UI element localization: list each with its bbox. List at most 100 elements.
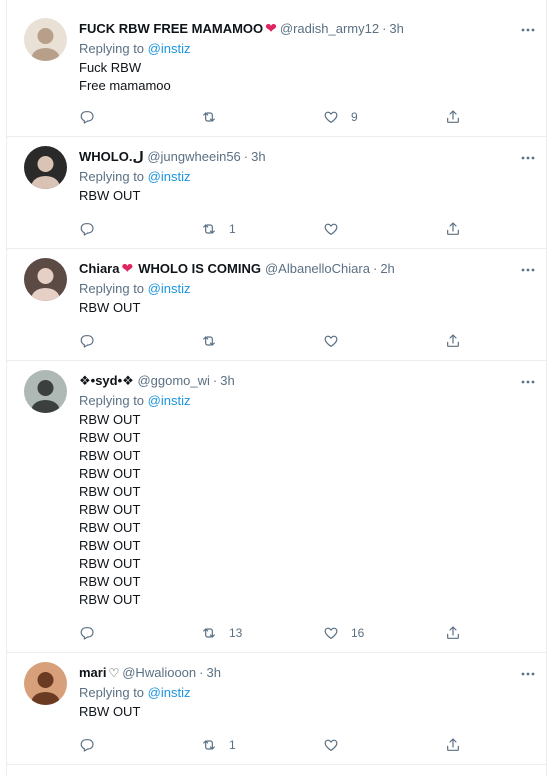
like-count: 16 [351,626,365,640]
avatar[interactable] [24,662,67,705]
display-name[interactable]: WHOLO.ل [79,149,144,164]
tweet-text-line: RBW OUT [79,520,141,535]
like-button[interactable]: 9 [323,107,358,127]
mention-link[interactable]: @instiz [148,169,191,184]
replying-to: Replying to @instiz [79,682,532,703]
tweet-header: ❖•syd•❖ @ggomo_wi · 3h [79,371,532,390]
tweet-text: RBW OUT [79,703,532,721]
tweet[interactable]: WHOLO.ل @jungwheein56 · 3h Replying to @ins… [7,138,546,249]
tweet-text-line: RBW OUT [79,412,141,427]
replying-to: Replying to @instiz [79,278,532,299]
display-name[interactable]: FUCK RBW FREE MAMAMOO [79,21,263,36]
display-name[interactable]: Chiara [79,261,119,276]
tweet-content: FUCK RBW FREE MAMAMOO ❤ @radish_army12 · 3h R… [79,19,532,95]
tweet-text-line: RBW OUT [79,538,141,553]
reply-button[interactable] [79,331,95,351]
reply-icon [79,333,95,349]
tweet-actions: 9 [79,107,469,127]
like-count: 9 [351,110,358,124]
user-handle[interactable]: @ggomo_wi [137,373,209,388]
tweet[interactable]: Chiara ❤ WHOLO IS COMING @AlbanelloChiara · 2… [7,250,546,361]
tweet-time[interactable]: 3h [206,665,220,680]
separator-dot: · [382,21,387,36]
share-icon [445,109,461,125]
retweet-button[interactable]: 13 [201,623,242,643]
reply-button[interactable] [79,735,95,755]
like-button[interactable] [323,331,339,351]
tweet-header: FUCK RBW FREE MAMAMOO ❤ @radish_army12 · 3h [79,19,532,38]
mention-link[interactable]: @instiz [148,393,191,408]
tweet-actions [79,331,469,351]
retweet-button[interactable]: 1 [201,219,236,239]
reply-icon [79,221,95,237]
avatar[interactable] [24,146,67,189]
avatar[interactable] [24,258,67,301]
tweet[interactable]: ❖•syd•❖ @ggomo_wi · 3h Replying to @instiz R… [7,362,546,653]
more-icon[interactable] [520,374,536,390]
retweet-icon [201,625,217,641]
heart-emoji-icon: ❤ [265,20,277,36]
tweet-content: ❖•syd•❖ @ggomo_wi · 3h Replying to @instiz R… [79,371,532,609]
tweet-text-line: RBW OUT [79,556,141,571]
tweet-time[interactable]: 2h [380,261,394,276]
share-button[interactable] [445,735,461,755]
like-button[interactable] [323,735,339,755]
replying-to: Replying to @instiz [79,166,532,187]
more-icon[interactable] [520,22,536,38]
tweet-actions: 1 [79,219,469,239]
retweet-button[interactable]: 1 [201,735,236,755]
like-icon [323,737,339,753]
avatar[interactable] [24,18,67,61]
like-button[interactable]: 16 [323,623,364,643]
reply-button[interactable] [79,623,95,643]
separator-dot: · [212,373,218,388]
share-button[interactable] [445,623,461,643]
like-button[interactable] [323,219,339,239]
share-button[interactable] [445,331,461,351]
share-icon [445,737,461,753]
tweet-text: RBW OUT [79,187,532,205]
tweet-text-line: RBW OUT [79,448,141,463]
like-icon [323,221,339,237]
avatar[interactable] [24,370,67,413]
display-name-suffix[interactable]: WHOLO IS COMING [138,261,261,276]
more-icon[interactable] [520,666,536,682]
share-button[interactable] [445,219,461,239]
tweet-time[interactable]: 3h [251,149,265,164]
share-icon [445,333,461,349]
tweet-text-line: Free mamamoo [79,78,171,93]
tweet[interactable]: FUCK RBW FREE MAMAMOO ❤ @radish_army12 · 3h R… [7,10,546,137]
share-button[interactable] [445,107,461,127]
like-icon [323,109,339,125]
tweet-text: RBW OUT RBW OUT RBW OUT RBW OUT RBW OUT RBW O… [79,411,532,609]
tweet-actions: 1 [79,735,469,755]
display-name[interactable]: ❖•syd•❖ [79,373,134,388]
reply-icon [79,625,95,641]
replying-to-label: Replying to [79,685,145,700]
tweet-time[interactable]: 3h [220,373,234,388]
mention-link[interactable]: @instiz [148,41,191,56]
display-name[interactable]: mari [79,665,106,680]
more-icon[interactable] [520,262,536,278]
user-handle[interactable]: @jungwheein56 [147,149,240,164]
tweet[interactable]: mari ♡ @Hwaliooon · 3h Replying to @instiz RBW… [7,654,546,765]
reply-button[interactable] [79,219,95,239]
retweet-button[interactable] [201,331,217,351]
reply-button[interactable] [79,107,95,127]
replying-to-label: Replying to [79,281,145,296]
user-handle[interactable]: @AlbanelloChiara [265,261,370,276]
tweet-text-line: RBW OUT [79,430,141,445]
replying-to: Replying to @instiz [79,390,532,411]
tweet-content: mari ♡ @Hwaliooon · 3h Replying to @instiz RBW… [79,663,532,721]
tweet-time[interactable]: 3h [389,21,403,36]
retweet-button[interactable] [201,107,217,127]
user-handle[interactable]: @radish_army12 [280,21,379,36]
mention-link[interactable]: @instiz [148,281,191,296]
user-handle[interactable]: @Hwaliooon [122,665,196,680]
more-icon[interactable] [520,150,536,166]
mention-link[interactable]: @instiz [148,685,191,700]
tweet-text: RBW OUT [79,299,532,317]
reply-feed: FUCK RBW FREE MAMAMOO ❤ @radish_army12 · 3h R… [6,0,547,776]
reply-icon [79,109,95,125]
tweet-text-line: RBW OUT [79,574,141,589]
